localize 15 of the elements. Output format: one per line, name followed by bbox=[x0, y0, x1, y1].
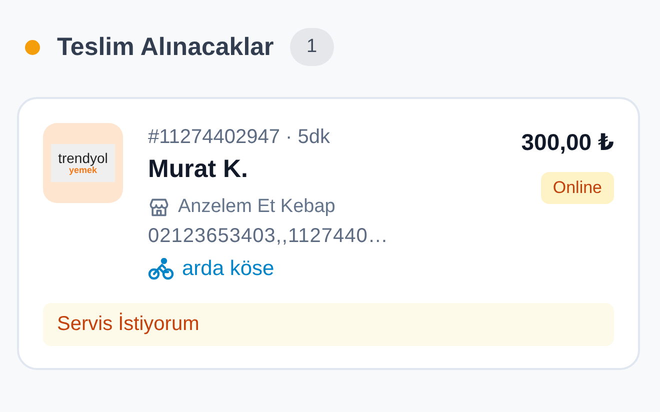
customer-name: Murat K. bbox=[148, 154, 249, 185]
order-number: #11274402947 · 5dk bbox=[148, 125, 332, 150]
bicycle-icon bbox=[148, 258, 174, 280]
payment-badge: Online bbox=[540, 172, 614, 204]
store-name: Anzelem Et Kebap bbox=[178, 195, 336, 219]
logo-name: trendyol bbox=[58, 151, 108, 165]
count-badge: 1 bbox=[290, 28, 334, 66]
logo-subtitle: yemek bbox=[68, 165, 98, 175]
store-icon bbox=[148, 196, 170, 218]
order-card[interactable]: trendyol yemek #11274402947 · 5dk Murat K. Anzelem Et Kebap 02123653403,,1127440… arda köse 300,00 ₺ Online Servis İstiyorum bbox=[17, 97, 640, 370]
courier-name[interactable]: arda köse bbox=[182, 255, 274, 283]
phone-number: 02123653403,,1127440… bbox=[148, 224, 390, 249]
order-total: 300,00 ₺ bbox=[521, 129, 614, 156]
order-note: Servis İstiyorum bbox=[43, 303, 614, 346]
section-title: Teslim Alınacaklar bbox=[57, 32, 274, 62]
